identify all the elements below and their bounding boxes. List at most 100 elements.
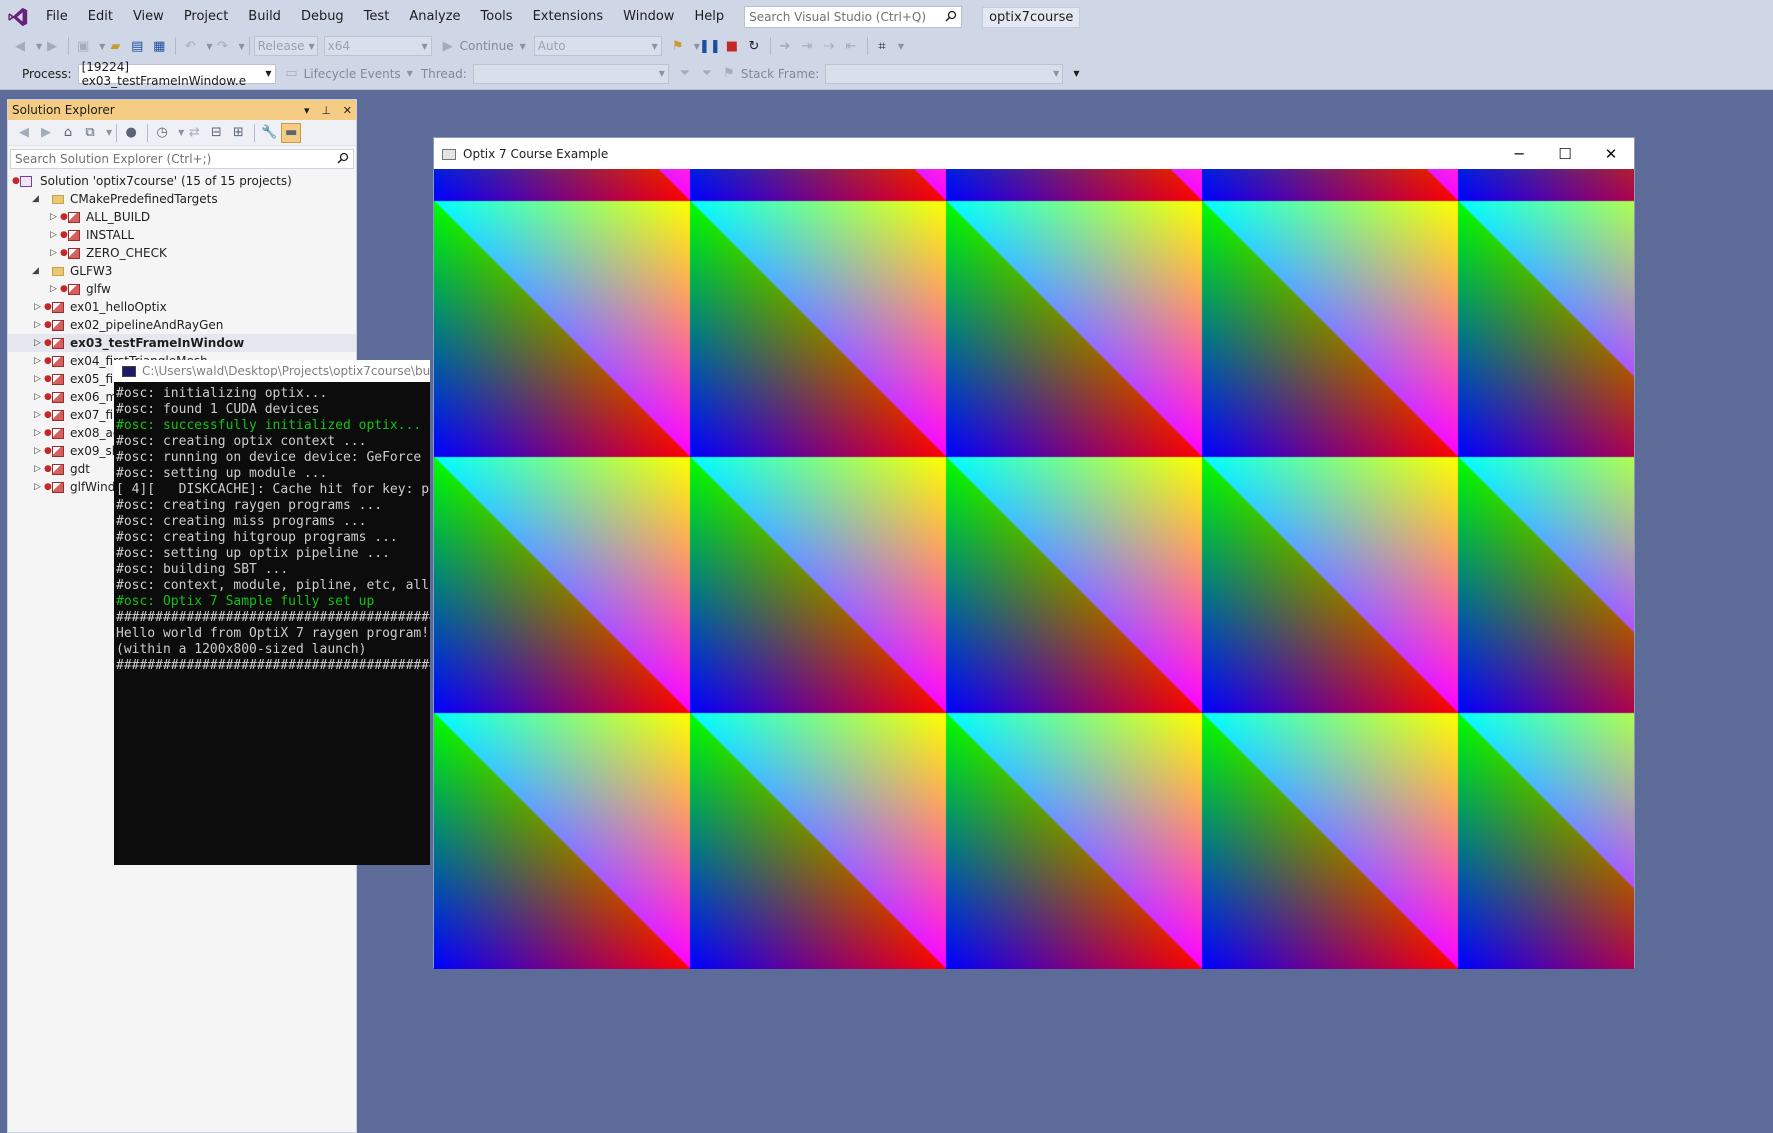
collapsed-chevron-icon[interactable]: ▷ [34,370,41,388]
menu-build[interactable]: Build [238,0,291,34]
solution-name-badge[interactable]: optix7course [982,6,1081,28]
lifecycle-events-icon[interactable]: ▭ [282,64,302,84]
collapsed-chevron-icon[interactable]: ▷ [34,406,41,424]
collapsed-chevron-icon[interactable]: ▷ [50,244,57,262]
tree-item[interactable]: ▷ ● glfw [8,280,356,298]
tree-item[interactable]: ▷ ● INSTALL [8,226,356,244]
open-file-icon[interactable]: ▰ [105,36,125,56]
navigate-forward-icon[interactable]: ▶ [42,36,62,56]
console-line: (within a 1200x800-sized launch) [116,642,367,657]
menu-view[interactable]: View [123,0,174,34]
solution-explorer-title-bar[interactable]: Solution Explorer ▾ ⊥ ✕ [8,100,356,120]
filter-icon[interactable]: ⏷ [675,64,695,84]
switch-views-icon[interactable]: ⧉ [80,123,100,143]
expanded-chevron-icon[interactable]: ◢ [32,262,39,280]
restart-icon[interactable]: ↻ [744,36,764,56]
menu-test[interactable]: Test [354,0,400,34]
menu-window[interactable]: Window [613,0,684,34]
minimize-icon[interactable]: ─ [1496,138,1542,169]
window-position-dropdown-icon[interactable]: ▾ [304,104,310,117]
home-icon[interactable]: ⌂ [58,123,78,143]
expanded-chevron-icon[interactable]: ◢ [32,190,39,208]
solution-explorer-search[interactable]: Search Solution Explorer (Ctrl+;) [10,149,354,169]
auto-select[interactable]: Auto ▼ [533,36,662,56]
collapsed-chevron-icon[interactable]: ▷ [34,352,41,370]
flag-threads-icon[interactable]: ⚑ [719,64,739,84]
menu-file[interactable]: File [36,0,78,34]
continue-button[interactable]: Continue [460,39,514,53]
collapsed-chevron-icon[interactable]: ▷ [50,280,57,298]
navigate-back-icon[interactable]: ◀ [10,36,30,56]
solution-platform-select[interactable]: x64 ▼ [323,36,432,56]
se-forward-icon[interactable]: ▶ [36,123,56,143]
continue-play-icon[interactable]: ▶ [438,36,458,56]
menu-project[interactable]: Project [174,0,238,34]
collapsed-chevron-icon[interactable]: ▷ [34,388,41,406]
lifecycle-events-button[interactable]: Lifecycle Events [304,67,401,81]
collapsed-chevron-icon[interactable]: ▷ [34,460,41,478]
collapsed-chevron-icon[interactable]: ▷ [34,424,41,442]
search-visual-studio-box[interactable]: Search Visual Studio (Ctrl+Q) [744,6,963,28]
menu-debug[interactable]: Debug [291,0,354,34]
se-back-icon[interactable]: ◀ [14,123,34,143]
tree-item[interactable]: ◢ CMakePredefinedTargets [8,190,356,208]
show-next-statement-icon[interactable]: ➔ [775,36,795,56]
menu-help[interactable]: Help [684,0,734,34]
tree-item[interactable]: ▷ ● ex03_testFrameInWindow [8,334,356,352]
new-project-icon[interactable]: ▣ [73,36,93,56]
preview-selected-icon[interactable]: ▬ [281,122,302,143]
solution-configuration-select[interactable]: Release ▼ [253,36,318,56]
menu-tools[interactable]: Tools [471,0,523,34]
maximize-icon[interactable]: ☐ [1542,138,1588,169]
tree-item[interactable]: ▷ ● ALL_BUILD [8,208,356,226]
find-in-files-icon[interactable]: ⚑ [668,36,688,56]
tree-item[interactable]: ▷ ● ex02_pipelineAndRayGen [8,316,356,334]
save-icon[interactable]: ▤ [127,36,147,56]
git-icon[interactable]: ● [121,123,141,143]
collapsed-chevron-icon[interactable]: ▷ [34,298,41,316]
save-all-icon[interactable]: ▦ [149,36,169,56]
close-panel-icon[interactable]: ✕ [343,104,352,117]
optix-window[interactable]: Optix 7 Course Example ─ ☐ ✕ [433,137,1635,969]
render-canvas[interactable] [434,169,1634,969]
stack-frame-select[interactable]: ▼ [825,63,1064,84]
hex-display-icon[interactable]: ⌗ [872,36,892,56]
show-all-files-icon[interactable]: ⊞ [228,123,248,143]
close-icon[interactable]: ✕ [1588,138,1634,169]
menu-extensions[interactable]: Extensions [523,0,614,34]
optix-title-bar[interactable]: Optix 7 Course Example ─ ☐ ✕ [434,138,1634,169]
menu-analyze[interactable]: Analyze [399,0,470,34]
collapsed-chevron-icon[interactable]: ▷ [34,478,41,496]
break-all-icon[interactable]: ❚❚ [699,36,721,56]
tree-item[interactable]: ▷ ● ZERO_CHECK [8,244,356,262]
process-select[interactable]: [19224] ex03_testFrameInWindow.e ▼ [77,60,276,88]
redo-icon[interactable]: ↷ [212,36,232,56]
console-line: [ 4][ DISKCACHE]: Cache hit for key: ptx… [116,482,430,497]
tree-item[interactable]: ● Solution 'optix7course' (15 of 15 proje… [8,172,356,190]
stop-debugging-icon[interactable]: ■ [722,36,742,56]
collapse-all-icon[interactable]: ⊟ [206,123,226,143]
pending-changes-icon[interactable]: ◷ [152,123,172,143]
sync-icon[interactable]: ⇄ [184,123,204,143]
collapsed-chevron-icon[interactable]: ▷ [50,226,57,244]
step-out-icon[interactable]: ⇤ [841,36,861,56]
visual-studio-logo-icon[interactable] [0,0,36,34]
step-over-icon[interactable]: ⇢ [819,36,839,56]
thread-select[interactable]: ▼ [472,63,669,84]
collapsed-chevron-icon[interactable]: ▷ [34,316,41,334]
render-frame[interactable] [434,169,1634,969]
collapsed-chevron-icon[interactable]: ▷ [34,334,41,352]
tree-item[interactable]: ◢ GLFW3 [8,262,356,280]
step-into-icon[interactable]: ⇥ [797,36,817,56]
properties-wrench-icon[interactable]: 🔧 [259,123,279,143]
collapsed-chevron-icon[interactable]: ▷ [50,208,57,226]
pin-icon[interactable]: ⊥ [321,104,331,117]
console-window[interactable]: C:\Users\wald\Desktop\Projects\optix7cou… [114,360,430,865]
collapsed-chevron-icon[interactable]: ▷ [34,442,41,460]
undo-icon[interactable]: ↶ [180,36,200,56]
tree-item[interactable]: ▷ ● ex01_helloOptix [8,298,356,316]
filter-clear-icon[interactable]: ⏷ [697,64,717,84]
toolbar-overflow-icon[interactable]: ▼ [1073,69,1079,78]
menu-edit[interactable]: Edit [78,0,123,34]
console-title-bar[interactable]: C:\Users\wald\Desktop\Projects\optix7cou… [114,360,430,382]
